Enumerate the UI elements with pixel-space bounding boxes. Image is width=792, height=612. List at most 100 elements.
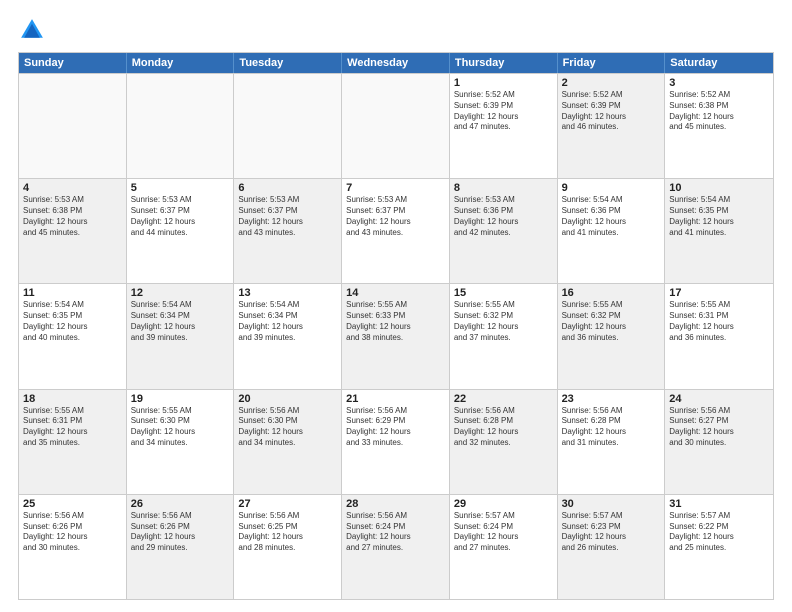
day-info: Sunrise: 5:53 AM Sunset: 6:37 PM Dayligh… xyxy=(238,195,337,238)
day-info: Sunrise: 5:55 AM Sunset: 6:31 PM Dayligh… xyxy=(669,300,769,343)
day-cell-4: 4Sunrise: 5:53 AM Sunset: 6:38 PM Daylig… xyxy=(19,179,127,283)
day-cell-31: 31Sunrise: 5:57 AM Sunset: 6:22 PM Dayli… xyxy=(665,495,773,599)
day-cell-9: 9Sunrise: 5:54 AM Sunset: 6:36 PM Daylig… xyxy=(558,179,666,283)
day-info: Sunrise: 5:53 AM Sunset: 6:38 PM Dayligh… xyxy=(23,195,122,238)
day-info: Sunrise: 5:53 AM Sunset: 6:37 PM Dayligh… xyxy=(131,195,230,238)
day-number: 15 xyxy=(454,287,553,299)
day-info: Sunrise: 5:56 AM Sunset: 6:28 PM Dayligh… xyxy=(454,406,553,449)
day-cell-12: 12Sunrise: 5:54 AM Sunset: 6:34 PM Dayli… xyxy=(127,284,235,388)
day-number: 30 xyxy=(562,498,661,510)
day-cell-7: 7Sunrise: 5:53 AM Sunset: 6:37 PM Daylig… xyxy=(342,179,450,283)
day-cell-29: 29Sunrise: 5:57 AM Sunset: 6:24 PM Dayli… xyxy=(450,495,558,599)
day-cell-22: 22Sunrise: 5:56 AM Sunset: 6:28 PM Dayli… xyxy=(450,390,558,494)
day-number: 2 xyxy=(562,77,661,89)
day-number: 11 xyxy=(23,287,122,299)
day-number: 23 xyxy=(562,393,661,405)
day-cell-26: 26Sunrise: 5:56 AM Sunset: 6:26 PM Dayli… xyxy=(127,495,235,599)
day-cell-10: 10Sunrise: 5:54 AM Sunset: 6:35 PM Dayli… xyxy=(665,179,773,283)
day-info: Sunrise: 5:52 AM Sunset: 6:39 PM Dayligh… xyxy=(454,90,553,133)
day-info: Sunrise: 5:57 AM Sunset: 6:23 PM Dayligh… xyxy=(562,511,661,554)
day-info: Sunrise: 5:55 AM Sunset: 6:32 PM Dayligh… xyxy=(454,300,553,343)
calendar-row-1: 4Sunrise: 5:53 AM Sunset: 6:38 PM Daylig… xyxy=(19,178,773,283)
day-cell-8: 8Sunrise: 5:53 AM Sunset: 6:36 PM Daylig… xyxy=(450,179,558,283)
empty-cell-0-2 xyxy=(234,74,342,178)
day-info: Sunrise: 5:56 AM Sunset: 6:24 PM Dayligh… xyxy=(346,511,445,554)
day-number: 10 xyxy=(669,182,769,194)
day-number: 29 xyxy=(454,498,553,510)
calendar-row-4: 25Sunrise: 5:56 AM Sunset: 6:26 PM Dayli… xyxy=(19,494,773,599)
day-info: Sunrise: 5:56 AM Sunset: 6:30 PM Dayligh… xyxy=(238,406,337,449)
day-cell-23: 23Sunrise: 5:56 AM Sunset: 6:28 PM Dayli… xyxy=(558,390,666,494)
day-number: 20 xyxy=(238,393,337,405)
day-number: 14 xyxy=(346,287,445,299)
day-info: Sunrise: 5:54 AM Sunset: 6:35 PM Dayligh… xyxy=(23,300,122,343)
day-cell-24: 24Sunrise: 5:56 AM Sunset: 6:27 PM Dayli… xyxy=(665,390,773,494)
calendar-row-3: 18Sunrise: 5:55 AM Sunset: 6:31 PM Dayli… xyxy=(19,389,773,494)
day-cell-6: 6Sunrise: 5:53 AM Sunset: 6:37 PM Daylig… xyxy=(234,179,342,283)
day-info: Sunrise: 5:56 AM Sunset: 6:27 PM Dayligh… xyxy=(669,406,769,449)
day-number: 16 xyxy=(562,287,661,299)
day-cell-25: 25Sunrise: 5:56 AM Sunset: 6:26 PM Dayli… xyxy=(19,495,127,599)
day-number: 13 xyxy=(238,287,337,299)
day-cell-28: 28Sunrise: 5:56 AM Sunset: 6:24 PM Dayli… xyxy=(342,495,450,599)
day-info: Sunrise: 5:53 AM Sunset: 6:37 PM Dayligh… xyxy=(346,195,445,238)
day-info: Sunrise: 5:52 AM Sunset: 6:38 PM Dayligh… xyxy=(669,90,769,133)
day-number: 1 xyxy=(454,77,553,89)
header-day-wednesday: Wednesday xyxy=(342,53,450,73)
day-number: 27 xyxy=(238,498,337,510)
day-number: 4 xyxy=(23,182,122,194)
day-cell-2: 2Sunrise: 5:52 AM Sunset: 6:39 PM Daylig… xyxy=(558,74,666,178)
day-cell-19: 19Sunrise: 5:55 AM Sunset: 6:30 PM Dayli… xyxy=(127,390,235,494)
logo-icon xyxy=(18,16,46,44)
calendar: SundayMondayTuesdayWednesdayThursdayFrid… xyxy=(18,52,774,600)
day-number: 19 xyxy=(131,393,230,405)
empty-cell-0-1 xyxy=(127,74,235,178)
calendar-row-2: 11Sunrise: 5:54 AM Sunset: 6:35 PM Dayli… xyxy=(19,283,773,388)
calendar-body: 1Sunrise: 5:52 AM Sunset: 6:39 PM Daylig… xyxy=(19,73,773,599)
day-info: Sunrise: 5:56 AM Sunset: 6:28 PM Dayligh… xyxy=(562,406,661,449)
empty-cell-0-0 xyxy=(19,74,127,178)
day-cell-11: 11Sunrise: 5:54 AM Sunset: 6:35 PM Dayli… xyxy=(19,284,127,388)
day-number: 8 xyxy=(454,182,553,194)
day-info: Sunrise: 5:55 AM Sunset: 6:30 PM Dayligh… xyxy=(131,406,230,449)
day-cell-13: 13Sunrise: 5:54 AM Sunset: 6:34 PM Dayli… xyxy=(234,284,342,388)
day-info: Sunrise: 5:54 AM Sunset: 6:34 PM Dayligh… xyxy=(238,300,337,343)
day-cell-15: 15Sunrise: 5:55 AM Sunset: 6:32 PM Dayli… xyxy=(450,284,558,388)
day-info: Sunrise: 5:54 AM Sunset: 6:34 PM Dayligh… xyxy=(131,300,230,343)
day-number: 3 xyxy=(669,77,769,89)
logo xyxy=(18,16,50,44)
day-number: 21 xyxy=(346,393,445,405)
day-cell-27: 27Sunrise: 5:56 AM Sunset: 6:25 PM Dayli… xyxy=(234,495,342,599)
day-number: 17 xyxy=(669,287,769,299)
day-cell-3: 3Sunrise: 5:52 AM Sunset: 6:38 PM Daylig… xyxy=(665,74,773,178)
day-info: Sunrise: 5:56 AM Sunset: 6:25 PM Dayligh… xyxy=(238,511,337,554)
day-cell-21: 21Sunrise: 5:56 AM Sunset: 6:29 PM Dayli… xyxy=(342,390,450,494)
day-cell-14: 14Sunrise: 5:55 AM Sunset: 6:33 PM Dayli… xyxy=(342,284,450,388)
day-number: 24 xyxy=(669,393,769,405)
day-info: Sunrise: 5:56 AM Sunset: 6:26 PM Dayligh… xyxy=(131,511,230,554)
day-info: Sunrise: 5:54 AM Sunset: 6:36 PM Dayligh… xyxy=(562,195,661,238)
day-info: Sunrise: 5:55 AM Sunset: 6:32 PM Dayligh… xyxy=(562,300,661,343)
day-info: Sunrise: 5:56 AM Sunset: 6:26 PM Dayligh… xyxy=(23,511,122,554)
day-number: 6 xyxy=(238,182,337,194)
day-cell-5: 5Sunrise: 5:53 AM Sunset: 6:37 PM Daylig… xyxy=(127,179,235,283)
day-number: 12 xyxy=(131,287,230,299)
day-cell-17: 17Sunrise: 5:55 AM Sunset: 6:31 PM Dayli… xyxy=(665,284,773,388)
day-info: Sunrise: 5:54 AM Sunset: 6:35 PM Dayligh… xyxy=(669,195,769,238)
day-info: Sunrise: 5:53 AM Sunset: 6:36 PM Dayligh… xyxy=(454,195,553,238)
day-cell-20: 20Sunrise: 5:56 AM Sunset: 6:30 PM Dayli… xyxy=(234,390,342,494)
header-day-tuesday: Tuesday xyxy=(234,53,342,73)
day-info: Sunrise: 5:55 AM Sunset: 6:33 PM Dayligh… xyxy=(346,300,445,343)
day-info: Sunrise: 5:57 AM Sunset: 6:24 PM Dayligh… xyxy=(454,511,553,554)
calendar-header: SundayMondayTuesdayWednesdayThursdayFrid… xyxy=(19,53,773,73)
header-day-thursday: Thursday xyxy=(450,53,558,73)
day-cell-30: 30Sunrise: 5:57 AM Sunset: 6:23 PM Dayli… xyxy=(558,495,666,599)
day-cell-16: 16Sunrise: 5:55 AM Sunset: 6:32 PM Dayli… xyxy=(558,284,666,388)
day-number: 26 xyxy=(131,498,230,510)
day-number: 25 xyxy=(23,498,122,510)
day-info: Sunrise: 5:55 AM Sunset: 6:31 PM Dayligh… xyxy=(23,406,122,449)
header-day-monday: Monday xyxy=(127,53,235,73)
header-day-sunday: Sunday xyxy=(19,53,127,73)
day-number: 28 xyxy=(346,498,445,510)
header-day-friday: Friday xyxy=(558,53,666,73)
